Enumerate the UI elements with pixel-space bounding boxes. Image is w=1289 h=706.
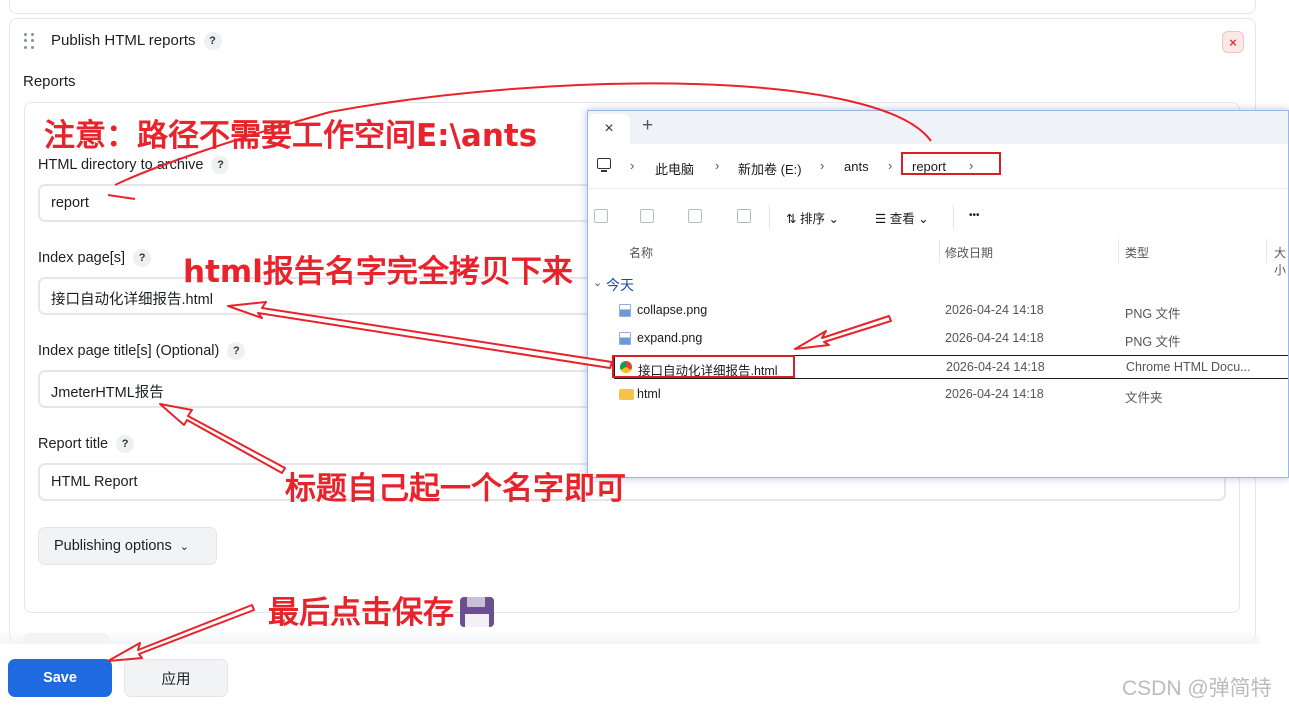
save-button[interactable]: Save [8,659,112,697]
file-row[interactable]: html 2026-04-24 14:18 文件夹 [588,383,1288,407]
annotation-copy-note: html报告名字完全拷贝下来 [183,254,573,290]
close-icon[interactable]: × [1222,31,1244,53]
close-icon[interactable]: × [588,114,630,144]
column-divider [939,239,940,263]
copy-icon[interactable] [594,209,608,223]
help-icon[interactable]: ? [116,435,135,453]
watermark: CSDN @弹简特 [1122,677,1272,700]
folder-icon [619,389,634,400]
publishing-options-label: Publishing options [54,538,172,554]
report-title-label-text: Report title [38,435,109,452]
chevron-down-icon: ⌄ [179,540,189,553]
view-label: 查看 [889,212,915,226]
column-size[interactable]: 大小 [1274,244,1288,278]
file-type: 文件夹 [1125,391,1163,405]
report-title-label: Report title? [38,435,135,453]
index-pages-label-text: Index page[s] [38,249,126,266]
floppy-disk-icon [460,596,494,627]
image-file-icon [619,304,631,317]
index-page-titles-label: Index page title[s] (Optional)? [38,342,246,360]
group-header-today[interactable]: 今天 [606,275,634,295]
explorer-tab-bar: × + [588,111,1288,144]
step-title-text: Publish HTML reports [51,32,196,49]
view-button[interactable]: ☰ 查看 ⌄ [875,208,929,227]
file-type: PNG 文件 [1125,335,1181,349]
toolbar-divider [769,205,770,229]
sort-label: 排序 [799,212,825,226]
file-name: expand.png [637,331,703,345]
breadcrumb-this-pc[interactable]: 此电脑 [655,159,694,178]
share-icon[interactable] [688,209,702,223]
file-type: PNG 文件 [1125,307,1181,321]
help-icon[interactable]: ? [211,156,230,174]
breadcrumb-drive[interactable]: 新加卷 (E:) [738,159,802,178]
chevron-right-icon: › [888,158,893,173]
publishing-options-button[interactable]: Publishing options ⌄ [38,527,217,565]
index-pages-label: Index page[s]? [38,249,152,267]
chevron-right-icon: › [715,158,720,173]
highlight-box-report-folder [901,152,1001,175]
annotation-path-note: 注意：路径不需要工作空间E:\ants [44,118,538,154]
help-icon[interactable]: ? [227,342,246,360]
more-options-button[interactable]: ••• [969,210,980,221]
file-row[interactable]: collapse.png 2026-04-24 14:18 PNG 文件 [588,299,1288,323]
computer-icon [597,158,611,172]
column-modified[interactable]: 修改日期 [945,244,993,261]
file-modified: 2026-04-24 14:18 [945,387,1044,401]
explorer-toolbar: ⇅ 排序 ⌄ ☰ 查看 ⌄ ••• [588,199,1288,235]
new-tab-icon[interactable]: + [642,115,653,137]
step-title: Publish HTML reports? [51,32,222,51]
column-type[interactable]: 类型 [1125,244,1149,261]
annotation-save-note: 最后点击保存 [268,587,494,632]
file-row[interactable]: expand.png 2026-04-24 14:18 PNG 文件 [588,327,1288,351]
file-modified: 2026-04-24 14:18 [945,303,1044,317]
help-icon[interactable]: ? [203,32,222,51]
file-type: Chrome HTML Docu... [1126,360,1251,374]
file-modified: 2026-04-24 14:18 [946,360,1045,374]
apply-button[interactable]: 应用 [124,659,228,697]
rename-icon[interactable] [640,209,654,223]
column-headers: 名称 修改日期 类型 大小 [588,239,1288,277]
sort-button[interactable]: ⇅ 排序 ⌄ [786,208,839,227]
file-name: collapse.png [637,303,708,317]
chevron-right-icon: › [630,158,635,173]
toolbar-divider [953,205,954,229]
annotation-title-note: 标题自己起一个名字即可 [285,471,626,507]
image-file-icon [619,332,631,345]
previous-step-panel [9,0,1256,14]
chevron-down-icon[interactable]: ⌄ [593,276,602,289]
chevron-right-icon: › [820,158,825,173]
help-icon[interactable]: ? [133,249,152,267]
delete-icon[interactable] [737,209,751,223]
index-page-titles-label-text: Index page title[s] (Optional) [38,342,220,359]
file-name: html [637,387,661,401]
highlight-box-html-file [612,355,795,378]
drag-handle-icon[interactable] [24,33,36,49]
breadcrumb-ants[interactable]: ants [844,159,869,174]
reports-label: Reports [23,73,76,90]
file-modified: 2026-04-24 14:18 [945,331,1044,345]
html-directory-label: HTML directory to archive? [38,156,230,174]
html-directory-label-text: HTML directory to archive [38,156,204,173]
column-name[interactable]: 名称 [629,244,653,261]
column-divider [1266,239,1267,263]
annotation-save-text: 最后点击保存 [268,595,454,631]
column-divider [1118,239,1119,263]
